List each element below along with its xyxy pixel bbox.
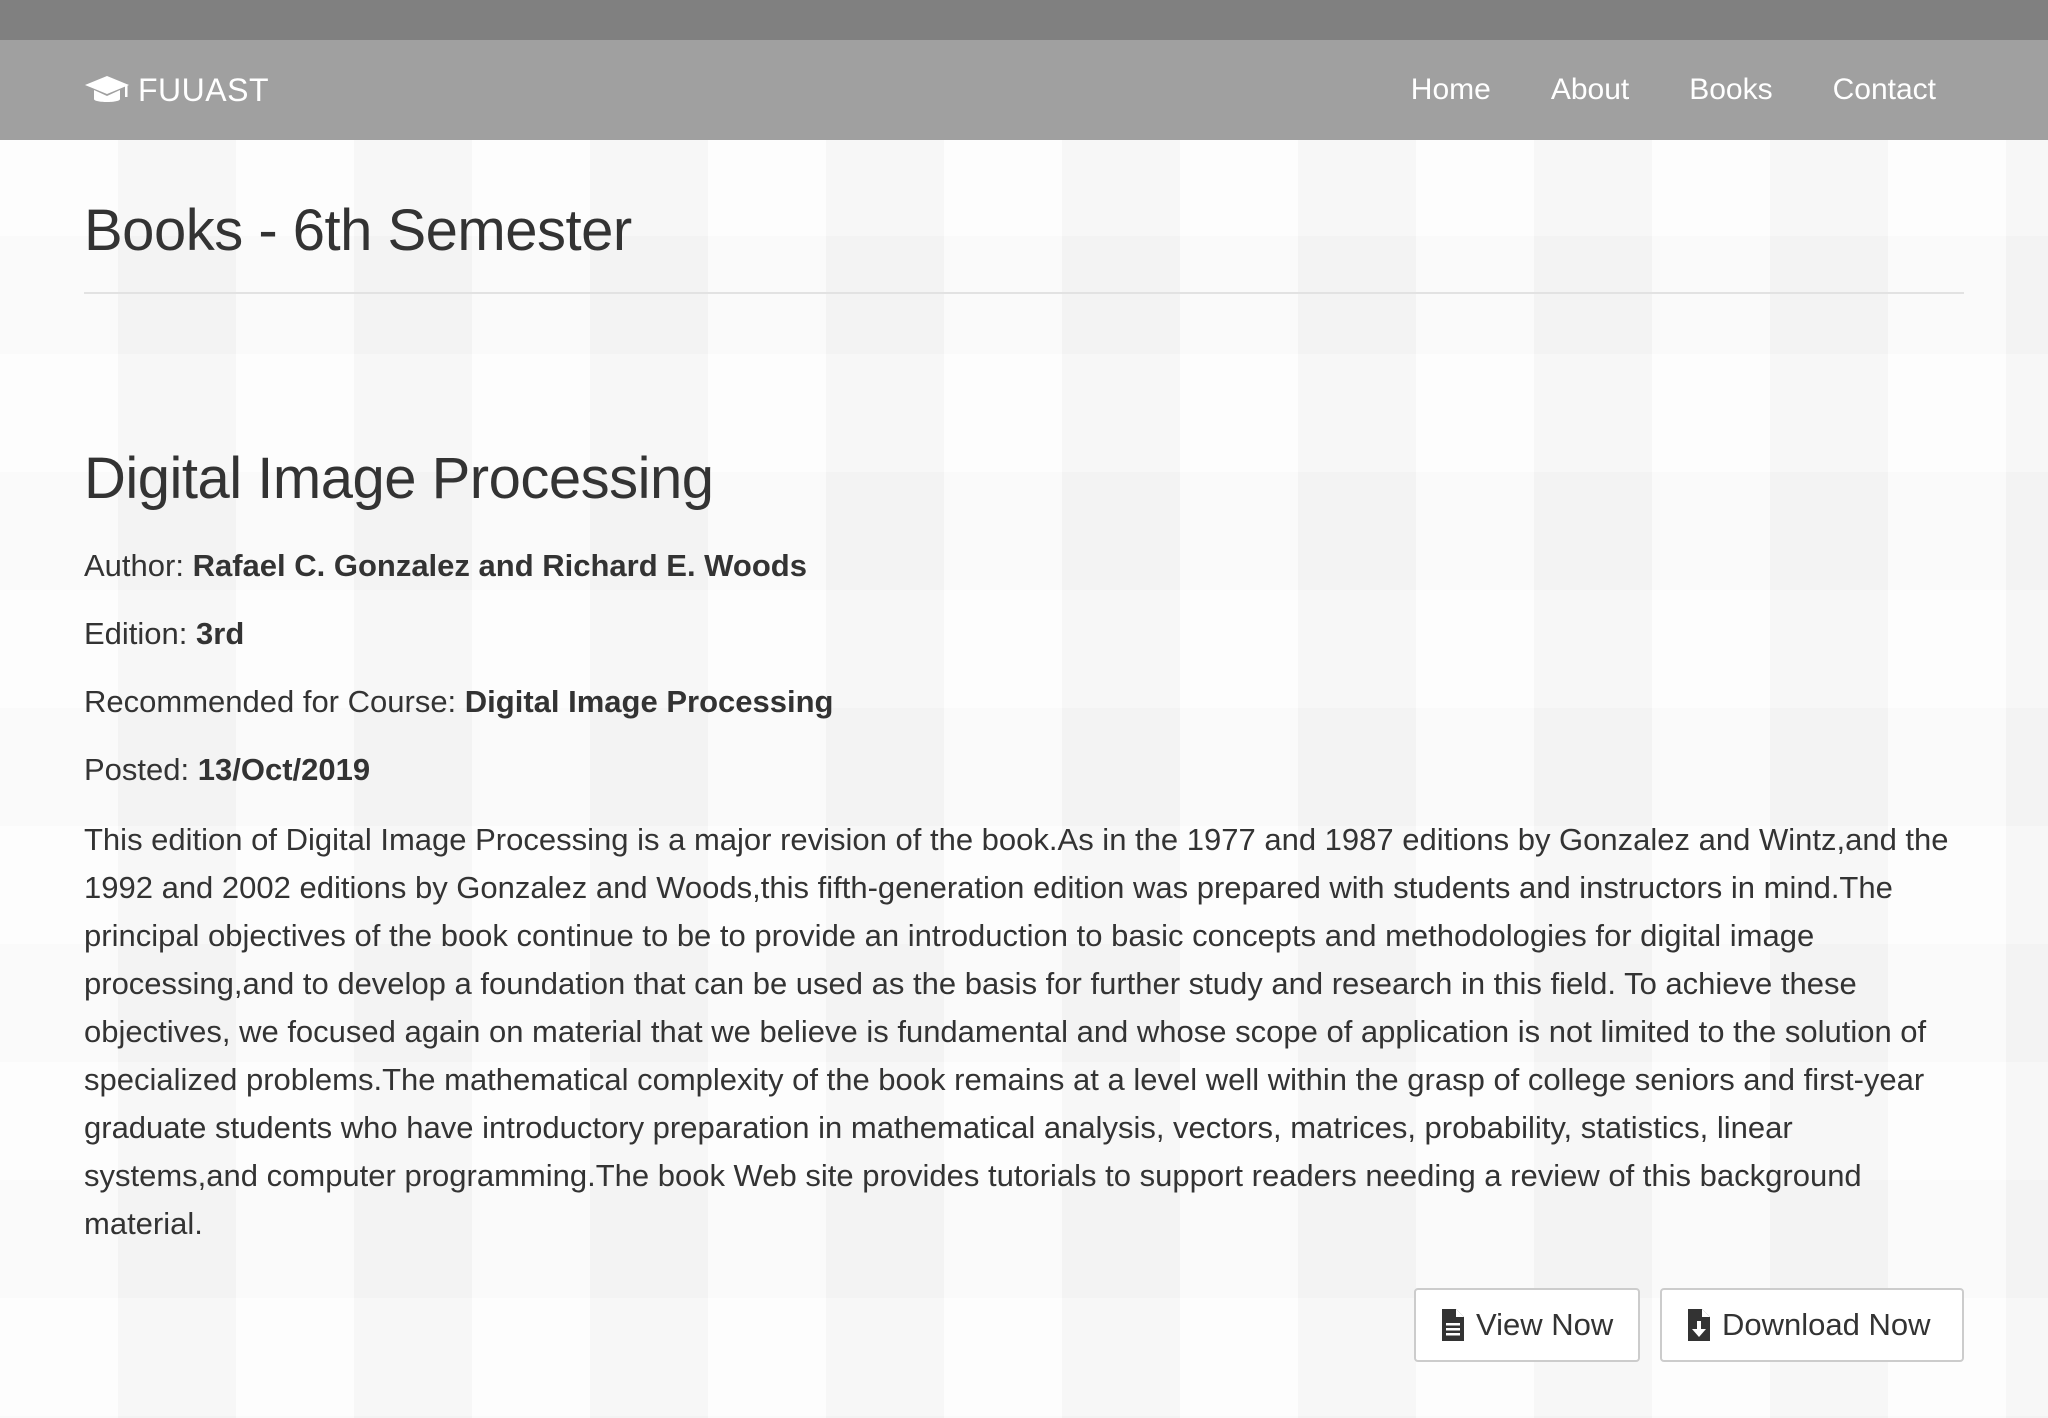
edition-value: 3rd [196, 616, 245, 651]
nav-link-contact[interactable]: Contact [1833, 73, 1936, 107]
book-author: Author: Rafael C. Gonzalez and Richard E… [84, 548, 807, 584]
edition-label: Edition: [84, 616, 197, 651]
book-description: This edition of Digital Image Processing… [84, 822, 1949, 1241]
file-download-icon [1686, 1308, 1712, 1342]
author-label: Author: [84, 548, 193, 583]
brand-link[interactable]: FUUAST [84, 70, 269, 110]
nav-link-about[interactable]: About [1551, 73, 1629, 107]
page-title: Books - 6th Semester [84, 198, 632, 263]
title-divider [84, 292, 1964, 294]
book-edition: Edition: 3rd [84, 616, 244, 652]
book-course: Recommended for Course: Digital Image Pr… [84, 684, 833, 720]
download-now-button[interactable]: Download Now [1660, 1288, 1964, 1362]
author-value: Rafael C. Gonzalez and Richard E. Woods [192, 548, 807, 583]
course-value: Digital Image Processing [464, 684, 834, 719]
book-posted-date: Posted: 13/Oct/2019 [84, 752, 370, 788]
nav-link-books[interactable]: Books [1689, 73, 1772, 107]
navbar: FUUAST Home About Books Contact [0, 40, 2048, 140]
course-label: Recommended for Course: [84, 684, 465, 719]
brand-name: FUUAST [138, 71, 269, 108]
view-now-label: View Now [1476, 1307, 1614, 1342]
view-now-button[interactable]: View Now [1414, 1288, 1640, 1362]
book-title: Digital Image Processing [84, 446, 714, 511]
browser-top-strip [0, 0, 2048, 40]
nav-link-home[interactable]: Home [1411, 73, 1491, 107]
graduation-cap-icon [84, 72, 130, 108]
download-now-label: Download Now [1722, 1307, 1931, 1342]
document-icon [1440, 1308, 1466, 1342]
nav-links: Home About Books Contact [1351, 70, 1936, 110]
posted-label: Posted: [84, 752, 198, 787]
posted-value: 13/Oct/2019 [197, 752, 371, 787]
